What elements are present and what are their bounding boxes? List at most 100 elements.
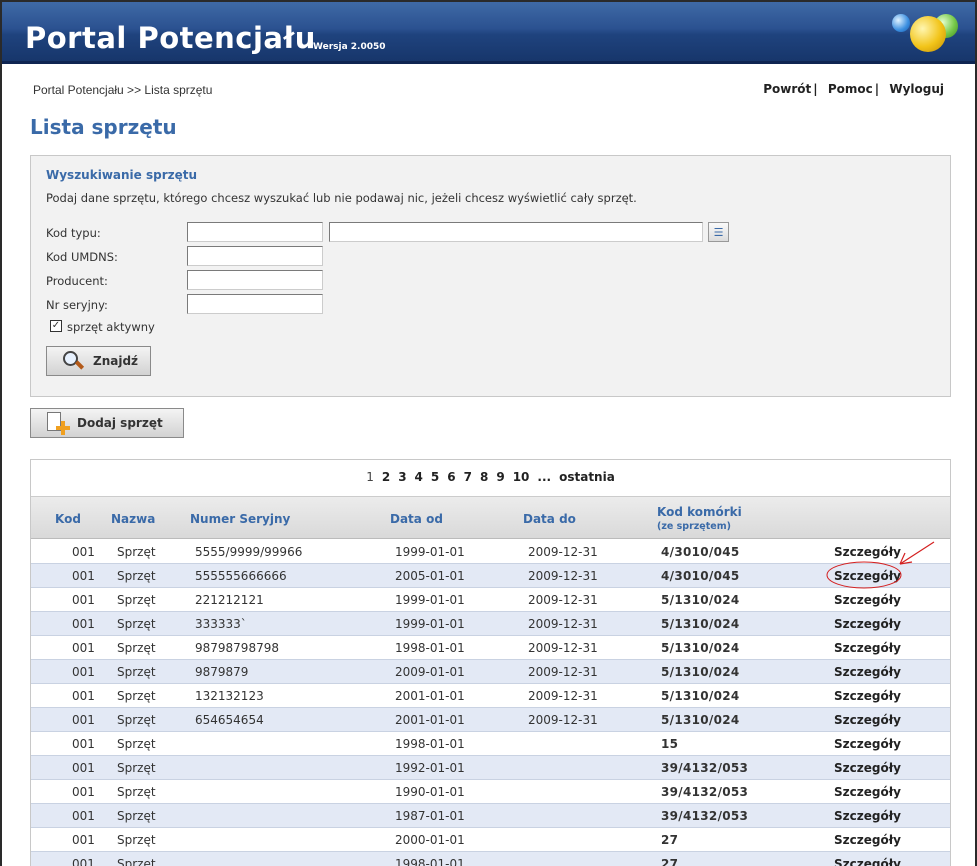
details-link[interactable]: Szczegóły — [834, 809, 901, 823]
cell-unit-code: 5/1310/024 — [661, 665, 740, 679]
active-checkbox[interactable]: ✓ — [50, 320, 62, 332]
pager-page[interactable]: 5 — [431, 470, 439, 484]
cell-date-from: 1992-01-01 — [395, 761, 465, 775]
table-row: 001 Sprzęt 98798798798 1998-01-01 2009-12-31… — [31, 636, 950, 660]
cell-date-to: 2009-12-31 — [528, 641, 598, 655]
table-header: Kod Nazwa Numer Seryjny Data od Data do … — [31, 496, 950, 539]
cell-unit-code: 27 — [661, 857, 679, 866]
cell-date-to: 2009-12-31 — [528, 665, 598, 679]
table-row: 001 Sprzęt 132132123 2001-01-01 2009-12-31 5/… — [31, 684, 950, 708]
col-numer-header[interactable]: Numer Seryjny — [190, 512, 290, 526]
details-link[interactable]: Szczegóły — [834, 545, 901, 559]
cell-kod: 001 — [72, 761, 95, 775]
pager-page[interactable]: 10 — [513, 470, 530, 484]
page-title: Lista sprzętu — [30, 115, 177, 139]
cell-nazwa: Sprzęt — [117, 569, 156, 583]
pager-page[interactable]: 3 — [398, 470, 406, 484]
add-document-icon — [45, 412, 70, 435]
pager-page[interactable]: 4 — [415, 470, 423, 484]
cell-kod: 001 — [72, 665, 95, 679]
details-link[interactable]: Szczegóły — [834, 689, 901, 703]
kod-umdns-label: Kod UMDNS: — [46, 250, 118, 264]
details-link[interactable]: Szczegóły — [834, 665, 901, 679]
details-link[interactable]: Szczegóły — [834, 593, 901, 607]
cell-unit-code: 39/4132/053 — [661, 785, 749, 799]
cell-nazwa: Sprzęt — [117, 761, 156, 775]
pager-last[interactable]: ostatnia — [559, 470, 615, 484]
cell-unit-code: 5/1310/024 — [661, 689, 740, 703]
find-button[interactable]: Znajdź — [46, 346, 151, 376]
table-row: 001 Sprzęt 1987-01-01 39/4132/053 Szczegóły — [31, 804, 950, 828]
col-nazwa-header[interactable]: Nazwa — [111, 512, 155, 526]
app-frame: Portal Potencjału Wersja 2.0050 Portal P… — [0, 0, 977, 866]
col-data-od-header[interactable]: Data od — [390, 512, 443, 526]
cell-kod: 001 — [72, 689, 95, 703]
details-link[interactable]: Szczegóły — [834, 761, 901, 775]
pager-page[interactable]: 2 — [382, 470, 390, 484]
breadcrumb: Portal Potencjału >> Lista sprzętu — [33, 83, 213, 97]
cell-date-from: 2001-01-01 — [395, 713, 465, 727]
kod-umdns-input[interactable] — [187, 246, 323, 266]
col-kod-komorki-subheader: (ze sprzętem) — [657, 521, 731, 532]
back-link[interactable]: Powrót — [763, 82, 811, 96]
cell-unit-code: 5/1310/024 — [661, 593, 740, 607]
details-link[interactable]: Szczegóły — [834, 785, 901, 799]
pager-page[interactable]: 9 — [496, 470, 504, 484]
col-kod-komorki-header[interactable]: Kod komórki — [657, 505, 742, 519]
pager-page[interactable]: 8 — [480, 470, 488, 484]
top-nav: Powrót | Pomoc | Wyloguj — [757, 82, 944, 96]
search-icon — [61, 350, 85, 372]
cell-serial: 654654654 — [195, 713, 264, 727]
details-link[interactable]: Szczegóły — [834, 641, 901, 655]
details-link[interactable]: Szczegóły — [834, 833, 901, 847]
table-row: 001 Sprzęt 1998-01-01 27 Szczegóły — [31, 852, 950, 866]
pager-page[interactable]: 7 — [464, 470, 472, 484]
add-equipment-label: Dodaj sprzęt — [77, 416, 163, 430]
cell-unit-code: 4/3010/045 — [661, 545, 740, 559]
annotation-circle — [826, 561, 902, 589]
table-row: 001 Sprzęt 221212121 1999-01-01 2009-12-31 5/… — [31, 588, 950, 612]
results-panel: 1 2 3 4 5 6 7 8 9 10... ostatnia Kod Nazwa Numer S… — [30, 459, 951, 866]
pager-page[interactable]: 6 — [447, 470, 455, 484]
cell-date-from: 1990-01-01 — [395, 785, 465, 799]
list-picker-icon[interactable]: ☰ — [708, 222, 729, 242]
col-kod-header[interactable]: Kod — [55, 512, 81, 526]
cell-kod: 001 — [72, 569, 95, 583]
table-row: 001 Sprzęt 1992-01-01 39/4132/053 Szczegóły — [31, 756, 950, 780]
logout-link[interactable]: Wyloguj — [889, 82, 944, 96]
help-link[interactable]: Pomoc — [828, 82, 873, 96]
cell-kod: 001 — [72, 857, 95, 866]
cell-date-from: 2009-01-01 — [395, 665, 465, 679]
cell-serial: 221212121 — [195, 593, 264, 607]
kod-typu-input[interactable] — [187, 222, 323, 242]
cell-date-to: 2009-12-31 — [528, 617, 598, 631]
nr-seryjny-input[interactable] — [187, 294, 323, 314]
cell-nazwa: Sprzęt — [117, 737, 156, 751]
cell-serial: 9879879 — [195, 665, 249, 679]
details-link[interactable]: Szczegóły — [834, 857, 901, 866]
cell-unit-code: 39/4132/053 — [661, 809, 749, 823]
details-link[interactable]: Szczegóły — [834, 617, 901, 631]
cell-serial: 98798798798 — [195, 641, 279, 655]
producent-input[interactable] — [187, 270, 323, 290]
add-equipment-button[interactable]: Dodaj sprzęt — [30, 408, 184, 438]
cell-serial: 5555/9999/99966 — [195, 545, 303, 559]
cell-date-to: 2009-12-31 — [528, 569, 598, 583]
col-data-do-header[interactable]: Data do — [523, 512, 576, 526]
logo-icon — [890, 12, 962, 52]
cell-nazwa: Sprzęt — [117, 593, 156, 607]
search-panel: Wyszukiwanie sprzętu Podaj dane sprzętu,… — [30, 155, 951, 397]
kod-typu-name-input[interactable] — [329, 222, 703, 242]
cell-kod: 001 — [72, 809, 95, 823]
nr-seryjny-label: Nr seryjny: — [46, 298, 108, 312]
cell-date-to: 2009-12-31 — [528, 689, 598, 703]
details-link[interactable]: Szczegóły — [834, 737, 901, 751]
cell-date-from: 1998-01-01 — [395, 857, 465, 866]
cell-kod: 001 — [72, 833, 95, 847]
nav-separator: | — [874, 82, 880, 96]
cell-date-to: 2009-12-31 — [528, 545, 598, 559]
cell-date-from: 1998-01-01 — [395, 737, 465, 751]
cell-nazwa: Sprzęt — [117, 689, 156, 703]
details-link[interactable]: Szczegóły — [834, 713, 901, 727]
annotation-arrow-icon — [899, 541, 935, 565]
